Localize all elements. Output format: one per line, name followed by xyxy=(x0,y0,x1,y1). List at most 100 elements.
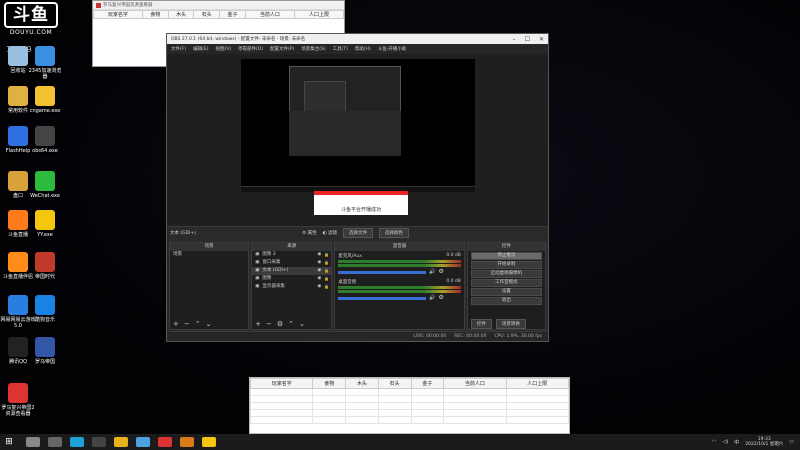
control-button[interactable]: 开始录制 xyxy=(470,261,542,269)
menu-item[interactable]: 视图(V) xyxy=(215,46,231,52)
obs-titlebar[interactable]: OBS 27.0.1 (64 bit, windows) - 配置文件: 未命名… xyxy=(167,34,548,44)
table-cell[interactable] xyxy=(377,388,412,396)
column-header[interactable]: 食物 xyxy=(312,378,347,389)
minimize-icon[interactable]: – xyxy=(513,36,516,43)
list-item[interactable]: ▣ 图像 ◉ 🔒 xyxy=(252,275,331,283)
control-button[interactable]: 停止推流 xyxy=(470,252,542,260)
column-header[interactable]: 当前人口 xyxy=(244,10,295,19)
down-icon[interactable]: ⌄ xyxy=(299,320,305,328)
volume-slider[interactable] xyxy=(338,271,427,274)
menu-item[interactable]: 工具(T) xyxy=(333,46,348,52)
add-icon[interactable]: + xyxy=(255,320,261,328)
list-item[interactable]: ▣ 窗口采集 ◉ 🔒 xyxy=(252,259,331,267)
notification-icon[interactable]: ▭ xyxy=(789,439,794,445)
table-cell[interactable] xyxy=(377,409,412,417)
table-cell[interactable] xyxy=(312,409,347,417)
edge-icon[interactable] xyxy=(70,437,84,447)
table-cell[interactable] xyxy=(410,402,445,410)
remove-icon[interactable]: − xyxy=(184,320,190,328)
desktop-shortcut[interactable]: 2345加速浏览器 xyxy=(27,46,63,86)
eye-icon[interactable]: ◉ xyxy=(317,283,321,291)
table-cell[interactable] xyxy=(505,409,570,417)
table-cell[interactable] xyxy=(505,402,570,410)
lock-icon[interactable]: 🔒 xyxy=(324,267,329,275)
chrome-icon[interactable] xyxy=(114,437,128,447)
table-cell[interactable] xyxy=(312,388,347,396)
desktop-shortcut[interactable]: 帝国时代 xyxy=(27,252,63,292)
list-item[interactable]: ▣ 显示器采集 ◉ 🔒 xyxy=(252,283,331,291)
tab-transitions[interactable]: 场景转换 xyxy=(495,319,526,329)
gear-icon[interactable]: ⚙ xyxy=(439,268,444,275)
rome-app-icon[interactable] xyxy=(158,437,172,447)
lock-icon[interactable]: 🔒 xyxy=(324,275,329,283)
filters-button[interactable]: ◐ 滤镜 xyxy=(323,230,337,236)
lock-icon[interactable]: 🔒 xyxy=(324,259,329,267)
table-cell[interactable] xyxy=(312,395,347,403)
column-header[interactable]: 人口上限 xyxy=(505,378,570,389)
remove-icon[interactable]: − xyxy=(266,320,272,328)
desktop-shortcut[interactable]: cngame.exe xyxy=(27,86,63,126)
obs-icon[interactable] xyxy=(92,437,106,447)
down-icon[interactable]: ⌄ xyxy=(206,320,212,328)
search-icon[interactable] xyxy=(26,437,40,447)
menu-item[interactable]: 场景集合(S) xyxy=(301,46,325,52)
wifi-icon[interactable]: ◠ xyxy=(712,439,716,445)
up-icon[interactable]: ⌃ xyxy=(195,320,201,328)
volume-icon[interactable]: ◁) xyxy=(722,439,728,445)
control-button[interactable]: 设置 xyxy=(470,288,542,296)
desktop-shortcut[interactable]: YY.exe xyxy=(27,210,63,250)
gear-icon[interactable]: ⚙ xyxy=(277,320,283,328)
obs-window[interactable]: OBS 27.0.1 (64 bit, windows) - 配置文件: 未命名… xyxy=(166,33,549,342)
column-header[interactable]: 当前人口 xyxy=(443,378,507,389)
table-cell[interactable] xyxy=(249,402,314,410)
column-header[interactable]: 石头 xyxy=(193,10,221,19)
column-header[interactable]: 玩家名字 xyxy=(249,378,314,389)
up-icon[interactable]: ⌃ xyxy=(288,320,294,328)
table-cell[interactable] xyxy=(410,409,445,417)
yy-icon[interactable] xyxy=(202,437,216,447)
table-cell[interactable] xyxy=(443,402,507,410)
close-icon[interactable]: ✕ xyxy=(539,36,544,43)
add-icon[interactable]: + xyxy=(173,320,179,328)
control-button[interactable]: 退出 xyxy=(470,297,542,305)
maximize-icon[interactable]: ☐ xyxy=(525,36,530,43)
table-cell[interactable] xyxy=(443,409,507,417)
resource-sheet[interactable]: 玩家名字 食物 木头 石头 金子 当前人口 人口上限 xyxy=(249,377,570,434)
table-cell[interactable] xyxy=(345,402,379,410)
table-cell[interactable] xyxy=(443,416,507,424)
menu-item[interactable]: 配置文件(P) xyxy=(270,46,294,52)
column-header[interactable]: 金子 xyxy=(410,378,445,389)
column-header[interactable]: 木头 xyxy=(345,378,379,389)
gear-icon[interactable]: ⚙ xyxy=(439,294,444,301)
table-cell[interactable] xyxy=(249,395,314,403)
table-cell[interactable] xyxy=(410,395,445,403)
clock[interactable]: 19:33 2022/10/1 星期六 xyxy=(745,437,783,448)
table-cell[interactable] xyxy=(377,416,412,424)
column-header[interactable]: 木头 xyxy=(167,10,195,19)
resource-viewer-titlebar[interactable]: 罗马复兴帝国资源查看器 xyxy=(93,1,344,10)
list-item[interactable]: 场景 xyxy=(170,251,248,259)
table-cell[interactable] xyxy=(249,388,314,396)
column-header[interactable]: 人口上限 xyxy=(293,10,345,19)
volume-slider[interactable] xyxy=(338,297,427,300)
table-cell[interactable] xyxy=(505,388,570,396)
menu-item[interactable]: 斗鱼·开播小助 xyxy=(378,46,406,52)
table-cell[interactable] xyxy=(312,402,347,410)
column-header[interactable]: 食物 xyxy=(142,10,169,19)
speaker-icon[interactable]: 🔊 xyxy=(429,269,435,275)
table-cell[interactable] xyxy=(377,402,412,410)
menu-item[interactable]: 帮助(H) xyxy=(355,46,371,52)
column-header[interactable]: 金子 xyxy=(219,10,246,19)
speaker-icon[interactable]: 🔊 xyxy=(429,295,435,301)
obs-preview[interactable]: 斗鱼平台开播成功 xyxy=(167,54,548,226)
table-cell[interactable] xyxy=(345,409,379,417)
tab-controls[interactable]: 控件 xyxy=(470,319,492,329)
table-cell[interactable] xyxy=(505,416,570,424)
desktop-shortcut[interactable]: WeChat.exe xyxy=(27,171,63,211)
table-cell[interactable] xyxy=(249,416,314,424)
desktop-shortcut[interactable]: obs64.exe xyxy=(27,126,63,166)
table-cell[interactable] xyxy=(443,395,507,403)
column-header[interactable]: 玩家名字 xyxy=(92,10,144,19)
lock-icon[interactable]: 🔒 xyxy=(324,251,329,259)
table-cell[interactable] xyxy=(249,409,314,417)
